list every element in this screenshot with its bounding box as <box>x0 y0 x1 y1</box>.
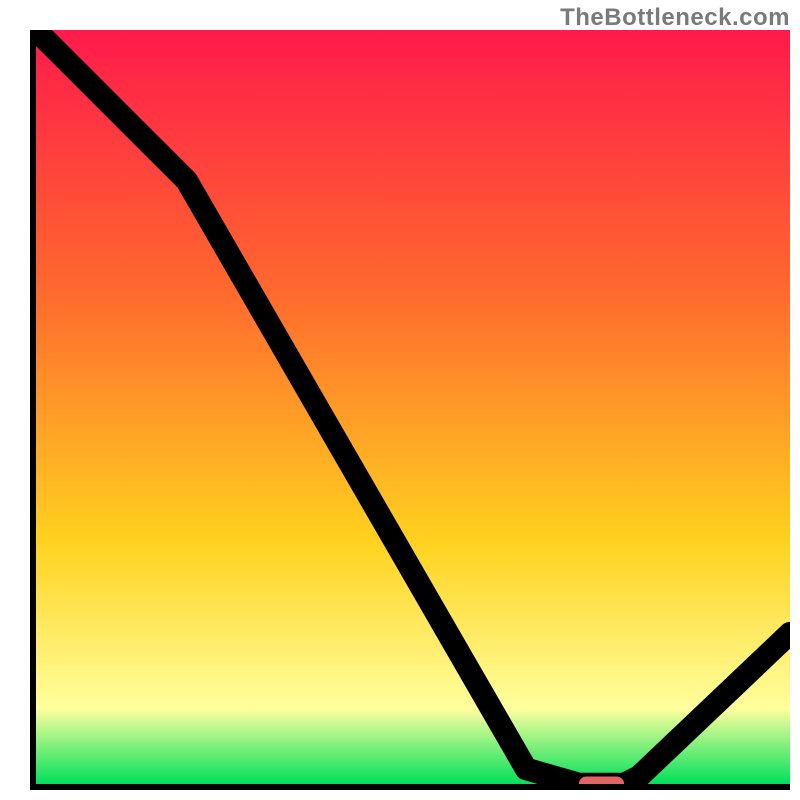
chart-frame: TheBottleneck.com <box>0 0 800 800</box>
plot-area <box>30 30 790 790</box>
chart-svg <box>36 30 790 784</box>
optimal-marker <box>579 776 624 790</box>
bottleneck-curve <box>36 30 790 784</box>
watermark-text: TheBottleneck.com <box>560 4 790 32</box>
